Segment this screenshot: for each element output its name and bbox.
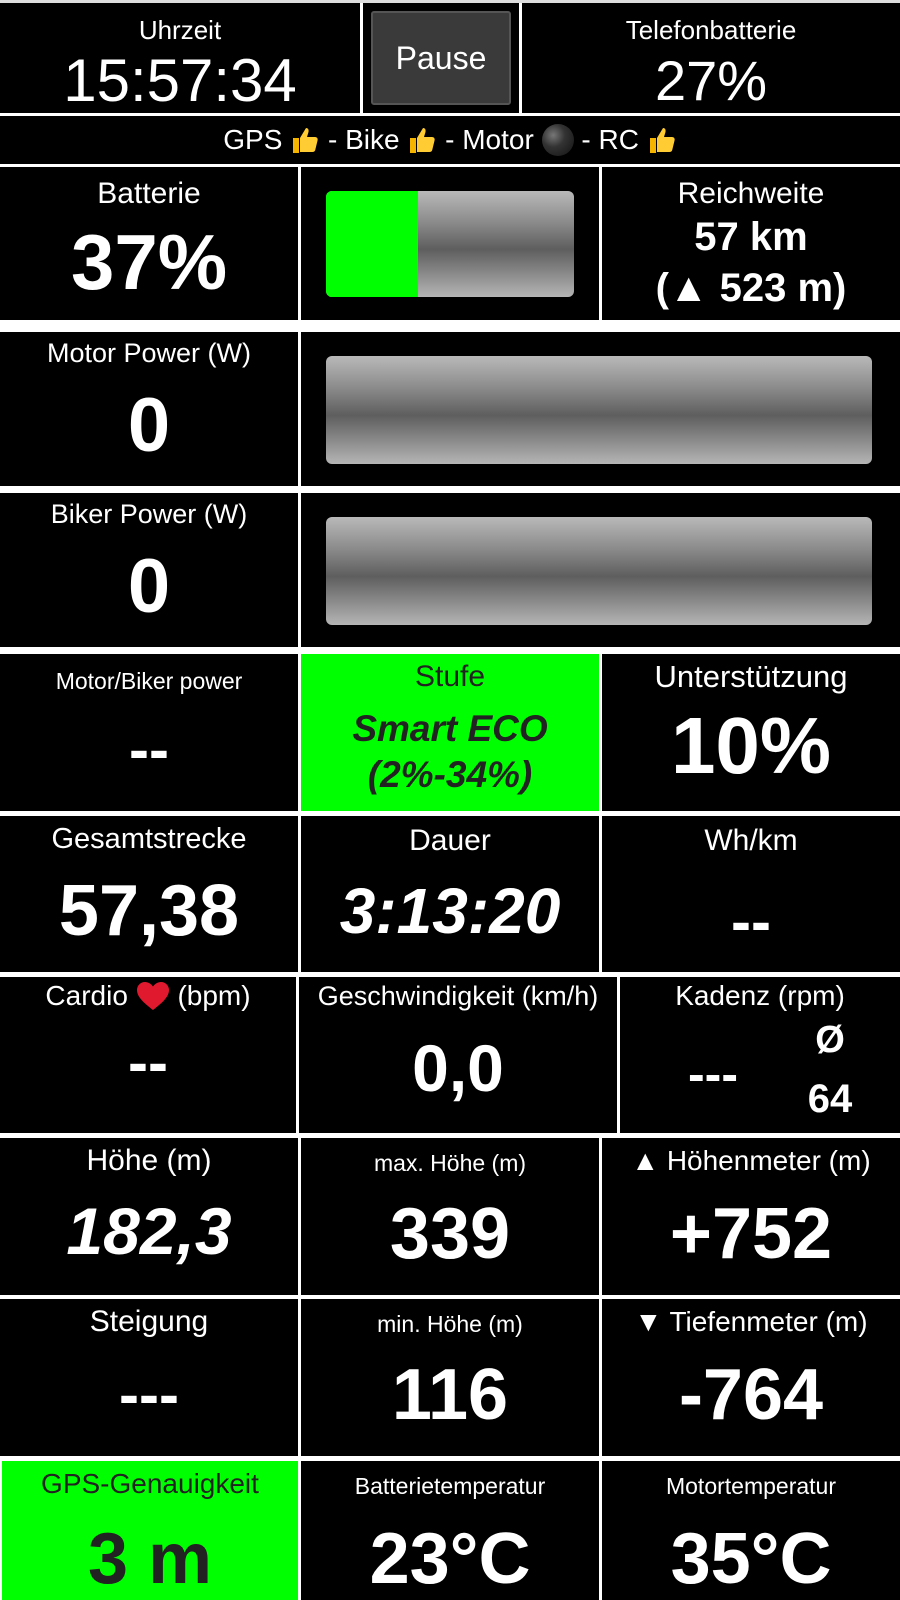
range-panel: Reichweite 57 km (▲ 523 m) xyxy=(602,167,900,320)
thumbs-up-icon xyxy=(293,128,318,153)
consumption-panel: Wh/km -- xyxy=(602,816,900,972)
cardio-value: -- xyxy=(128,1029,168,1096)
motor-temp-value: 35°C xyxy=(670,1519,832,1599)
heart-icon xyxy=(136,982,169,1010)
connection-status-bar: GPS - Bike - Motor - RC xyxy=(0,116,900,164)
gps-accuracy-label: GPS-Genauigkeit xyxy=(41,1468,259,1499)
support-panel: Unterstützung 10% xyxy=(602,654,900,811)
consumption-value: -- xyxy=(731,888,771,955)
range-value: 57 km xyxy=(694,215,808,259)
thumbs-up-icon xyxy=(649,128,675,153)
bike-status-label: Bike xyxy=(345,124,400,155)
gradient-label: Steigung xyxy=(89,1305,209,1338)
duration-label: Dauer xyxy=(409,824,491,857)
time-panel: Uhrzeit 15:57:34 xyxy=(0,3,360,113)
consumption-label: Wh/km xyxy=(704,824,798,857)
altitude-label: Höhe (m) xyxy=(86,1144,212,1177)
motor-power-panel: Motor Power (W) 0 xyxy=(0,332,298,486)
top-border xyxy=(0,0,900,3)
motor-temp-label: Motortemperatur xyxy=(665,1473,836,1499)
gradient-panel: Steigung --- xyxy=(0,1299,298,1456)
battery-bar-panel xyxy=(301,167,599,320)
thumbs-up-icon xyxy=(410,128,436,153)
motor-temp-panel: Motortemperatur 35°C xyxy=(602,1461,900,1600)
battery-label: Batterie xyxy=(97,177,201,210)
pause-panel: Pause xyxy=(363,3,519,113)
speed-panel: Geschwindigkeit (km/h) 0,0 xyxy=(299,977,617,1133)
cardio-label: Cardio (bpm) xyxy=(45,980,251,1011)
descent-value: -764 xyxy=(678,1355,824,1435)
support-label: Unterstützung xyxy=(654,659,848,694)
assist-level-mode: Smart ECO xyxy=(352,708,548,749)
phone-battery-label: Telefonbatterie xyxy=(625,15,797,45)
battery-value: 37% xyxy=(70,218,228,306)
cadence-panel: Kadenz (rpm) --- Ø 64 xyxy=(620,977,900,1133)
rc-status-label: RC xyxy=(598,124,639,155)
biker-power-label: Biker Power (W) xyxy=(50,499,248,529)
battery-panel: Batterie 37% xyxy=(0,167,298,320)
biker-power-value: 0 xyxy=(127,544,171,629)
gps-status-label: GPS xyxy=(223,124,283,155)
ascent-value: +752 xyxy=(669,1194,833,1274)
ascent-panel: ▲ Höhenmeter (m) +752 xyxy=(602,1138,900,1295)
range-elevation: (▲ 523 m) xyxy=(655,266,847,310)
descent-label: ▼ Tiefenmeter (m) xyxy=(634,1306,868,1337)
motor-power-bar xyxy=(326,356,872,464)
altitude-value: 182,3 xyxy=(66,1194,232,1268)
motor-power-label: Motor Power (W) xyxy=(46,338,252,368)
gps-accuracy-panel: GPS-Genauigkeit 3 m xyxy=(2,1461,298,1600)
min-altitude-panel: min. Höhe (m) 116 xyxy=(301,1299,599,1456)
biker-power-panel: Biker Power (W) 0 xyxy=(0,493,298,647)
gradient-value: --- xyxy=(119,1361,179,1428)
distance-label: Gesamtstrecke xyxy=(51,823,247,855)
cardio-panel: Cardio (bpm) -- xyxy=(0,977,296,1133)
cadence-label: Kadenz (rpm) xyxy=(675,980,845,1011)
duration-value: 3:13:20 xyxy=(339,875,561,947)
distance-panel: Gesamtstrecke 57,38 xyxy=(0,816,298,972)
max-altitude-panel: max. Höhe (m) 339 xyxy=(301,1138,599,1295)
min-altitude-value: 116 xyxy=(391,1355,509,1435)
battery-temp-panel: Batterietemperatur 23°C xyxy=(301,1461,599,1600)
range-label: Reichweite xyxy=(677,177,825,210)
cadence-avg-symbol: Ø xyxy=(815,1019,845,1061)
phone-battery-value: 27% xyxy=(654,49,768,112)
max-altitude-value: 339 xyxy=(389,1194,511,1274)
ascent-label: ▲ Höhenmeter (m) xyxy=(631,1145,871,1176)
ratio-panel: Motor/Biker power -- xyxy=(0,654,298,811)
ratio-value: -- xyxy=(129,716,169,783)
duration-panel: Dauer 3:13:20 xyxy=(301,816,599,972)
ratio-label: Motor/Biker power xyxy=(55,668,243,694)
max-altitude-label: max. Höhe (m) xyxy=(373,1150,527,1176)
min-altitude-label: min. Höhe (m) xyxy=(377,1311,523,1337)
speed-value: 0,0 xyxy=(412,1031,504,1105)
biker-power-bar-panel xyxy=(301,493,900,647)
time-label: Uhrzeit xyxy=(138,15,222,45)
battery-temp-value: 23°C xyxy=(369,1519,531,1599)
black-circle-icon xyxy=(541,124,574,156)
altitude-panel: Höhe (m) 182,3 xyxy=(0,1138,298,1295)
motor-power-bar-panel xyxy=(301,332,900,486)
assist-level-range: (2%-34%) xyxy=(367,754,533,795)
connection-status: GPS - Bike - Motor - RC xyxy=(0,123,900,157)
cadence-value: --- xyxy=(688,1046,738,1102)
cadence-avg-value: 64 xyxy=(807,1077,853,1121)
biker-power-bar xyxy=(326,517,872,625)
battery-level-fill xyxy=(326,191,418,297)
gps-accuracy-value: 3 m xyxy=(87,1519,213,1599)
battery-temp-label: Batterietemperatur xyxy=(354,1473,546,1499)
motor-power-value: 0 xyxy=(127,383,171,468)
assist-level-panel[interactable]: Stufe Smart ECO (2%-34%) xyxy=(301,654,599,811)
speed-label: Geschwindigkeit (km/h) xyxy=(317,981,599,1011)
descent-panel: ▼ Tiefenmeter (m) -764 xyxy=(602,1299,900,1456)
distance-value: 57,38 xyxy=(58,871,240,951)
assist-level-label: Stufe xyxy=(414,660,486,693)
phone-battery-panel: Telefonbatterie 27% xyxy=(522,3,900,113)
battery-level-bar xyxy=(326,191,574,297)
time-value: 15:57:34 xyxy=(63,47,297,113)
support-value: 10% xyxy=(670,701,832,790)
pause-button[interactable]: Pause xyxy=(371,11,511,105)
motor-status-label: Motor xyxy=(462,124,534,155)
